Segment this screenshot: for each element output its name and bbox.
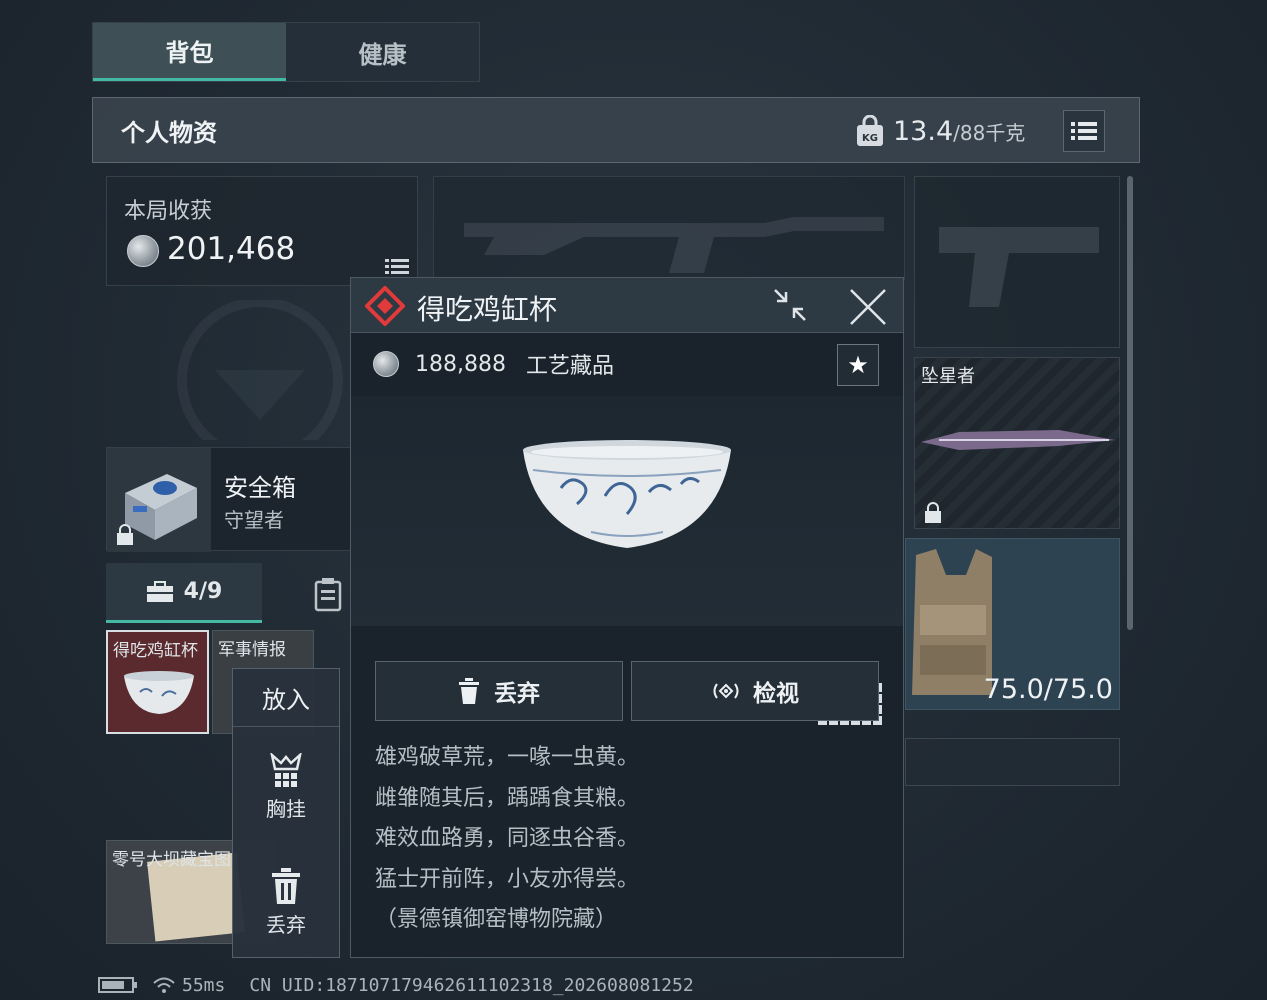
description-line: 雄鸡破草荒，一喙一虫黄。 xyxy=(375,745,640,770)
chicken-cup-image xyxy=(523,440,731,548)
list-icon xyxy=(1071,122,1097,140)
description-line: 猛士开前阵，小友亦得尝。 xyxy=(375,866,640,892)
discard-option[interactable]: 丢弃 xyxy=(233,867,339,938)
header-title: 个人物资 xyxy=(121,118,217,147)
item-description: 雄鸡破草荒，一喙一虫黄。 雌雏随其后，踽踽食其粮。 难效血路勇，同逐虫谷香。 猛… xyxy=(375,738,885,941)
secondary-weapon-slot[interactable] xyxy=(914,176,1120,348)
item-price: 188,888 xyxy=(415,351,506,377)
rifle-silhouette-icon xyxy=(464,217,884,273)
armor-durability: 75.0/75.0 xyxy=(983,674,1113,705)
chest-rig-icon xyxy=(270,753,302,787)
trash-icon xyxy=(459,678,479,704)
safe-box-name: 安全箱 xyxy=(224,474,296,502)
melee-weapon-slot[interactable]: 坠星者 xyxy=(914,357,1120,529)
backpack-capacity-tab[interactable]: 4/9 xyxy=(106,563,262,623)
currency-icon xyxy=(373,351,399,377)
chicken-cup-thumbnail xyxy=(124,671,194,714)
put-in-button[interactable]: 放入 xyxy=(233,669,339,727)
weight-current: 13.4 xyxy=(893,115,954,147)
wifi-icon xyxy=(153,977,175,993)
battery-icon xyxy=(98,977,137,993)
equipment-scrollbar[interactable] xyxy=(1127,176,1133,630)
discard-button[interactable]: 丢弃 xyxy=(375,661,623,721)
weight-indicator: KG 13.4 /88千克 xyxy=(855,112,1025,150)
item-price-row: 188,888 工艺藏品 xyxy=(373,348,614,380)
briefcase-icon xyxy=(146,580,173,602)
background-emblem xyxy=(177,300,343,440)
primary-weapon-slot[interactable] xyxy=(433,176,905,280)
minimize-icon[interactable] xyxy=(771,286,809,324)
knife-icon xyxy=(921,430,1115,450)
slot-label: 得吃鸡缸杯 xyxy=(113,641,198,661)
details-list-icon[interactable] xyxy=(385,257,409,277)
slot-label: 军事情报 xyxy=(218,640,286,660)
weight-max: /88千克 xyxy=(953,120,1026,145)
safe-box-image xyxy=(107,448,211,552)
currency-icon xyxy=(127,235,159,267)
item-category: 工艺藏品 xyxy=(525,354,614,379)
weight-icon: KG xyxy=(857,115,883,146)
item-preview-area: 0.5KG xyxy=(351,396,903,725)
safe-box-tier: 守望者 xyxy=(224,508,284,532)
helmet-slot[interactable] xyxy=(905,738,1120,786)
chest-rig-tab-icon[interactable] xyxy=(312,576,344,612)
discard-label: 丢弃 xyxy=(266,913,306,937)
tab-backpack[interactable]: 背包 xyxy=(93,23,286,81)
inventory-header: 个人物资 KG 13.4 /88千克 xyxy=(92,97,1140,163)
user-uid: CN UID:18710717946261110231​8_2026080812… xyxy=(249,974,694,996)
backpack-capacity: 4/9 xyxy=(183,579,223,604)
harvest-label: 本局收获 xyxy=(124,199,213,224)
ping-value: 55ms xyxy=(182,974,226,996)
sort-list-button[interactable] xyxy=(1063,110,1105,152)
melee-weapon-name: 坠星者 xyxy=(921,366,975,387)
chest-rig-option[interactable]: 胸挂 xyxy=(233,753,339,822)
item-slot-chicken-cup[interactable]: 得吃鸡缸杯 xyxy=(106,630,209,734)
lock-icon xyxy=(117,524,133,545)
rarity-diamond-icon xyxy=(365,286,405,326)
inspect-button-label: 检视 xyxy=(753,681,799,707)
pistol-silhouette-icon xyxy=(939,227,1099,307)
popup-item-title: 得吃鸡缸杯 xyxy=(417,293,558,326)
chest-rig-label: 胸挂 xyxy=(266,797,306,821)
top-tabs: 背包 健康 xyxy=(92,22,480,82)
star-icon: ★ xyxy=(847,351,869,379)
favorite-star-button[interactable]: ★ xyxy=(837,344,879,386)
body-armor-slot[interactable]: 75.0/75.0 xyxy=(905,538,1120,710)
description-line: 难效血路勇，同逐虫谷香。 xyxy=(375,826,640,851)
safe-box-slot[interactable]: 安全箱 守望者 xyxy=(106,447,351,552)
harvest-value: 201,468 xyxy=(167,231,296,267)
inspect-eye-icon xyxy=(713,683,739,699)
item-detail-popup: 得吃鸡缸杯 188,888 工艺藏品 ★ 0.5KG xyxy=(350,277,904,958)
slot-label: 零号大坝藏宝图 xyxy=(112,850,231,870)
round-harvest-panel: 本局收获 201,468 xyxy=(106,176,418,286)
tab-health[interactable]: 健康 xyxy=(286,23,479,81)
discard-button-label: 丢弃 xyxy=(494,681,540,707)
description-line: （景德镇御窑博物院藏） xyxy=(375,907,618,932)
trash-icon xyxy=(272,868,300,904)
popup-header: 得吃鸡缸杯 xyxy=(351,278,903,333)
lock-icon xyxy=(925,502,941,523)
item-context-menu: 放入 胸挂 丢弃 xyxy=(232,668,340,958)
status-bar: 55ms CN UID:18710717946261110231​8_20260… xyxy=(98,972,694,998)
inspect-button[interactable]: 检视 xyxy=(631,661,879,721)
close-icon[interactable] xyxy=(849,288,887,326)
description-line: 雌雏随其后，踽踽食其粮。 xyxy=(375,785,640,811)
weight-icon-text: KG xyxy=(862,133,878,144)
